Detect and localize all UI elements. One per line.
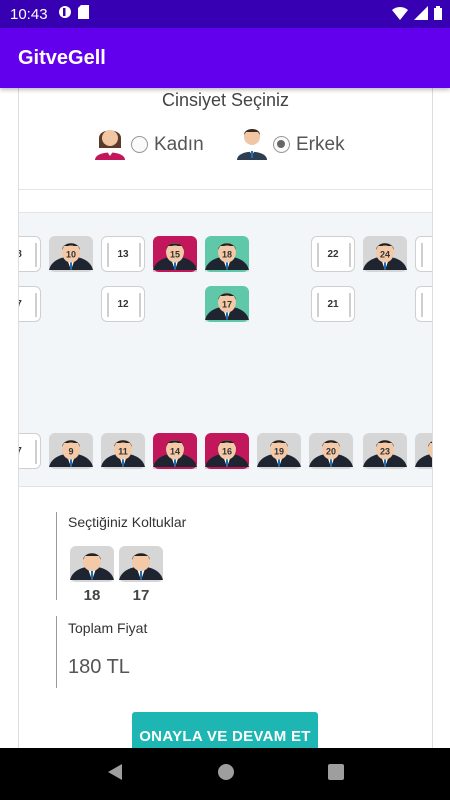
- signal-icon: [414, 6, 428, 24]
- navigation-bar: [0, 748, 450, 800]
- seat-empty[interactable]: 7: [19, 433, 41, 469]
- status-time: 10:43: [10, 5, 48, 23]
- male-radio[interactable]: [273, 136, 290, 153]
- seat-number: 20: [322, 442, 340, 460]
- seat-male: 24: [363, 236, 407, 272]
- app-title: GitveGell: [18, 46, 106, 69]
- gender-option-female[interactable]: Kadın: [93, 124, 204, 165]
- sd-card-icon: [77, 5, 89, 23]
- seat-male: 10: [49, 236, 93, 272]
- seat-number: 9: [62, 442, 80, 460]
- recents-icon[interactable]: [327, 763, 344, 785]
- seat-empty[interactable]: 21: [311, 286, 355, 322]
- seat-empty[interactable]: [415, 286, 432, 322]
- total-price-title: Toplam Fiyat: [68, 620, 148, 636]
- seat-empty[interactable]: 8: [19, 236, 41, 272]
- seat-empty[interactable]: 22: [311, 236, 355, 272]
- seat-selected[interactable]: 18: [205, 236, 249, 272]
- selected-seat-item: 18: [70, 546, 114, 604]
- seat-male: 19: [257, 433, 301, 469]
- back-icon[interactable]: [106, 763, 124, 786]
- seat-male: 9: [49, 433, 93, 469]
- summary-divider: [56, 512, 57, 600]
- bus-seat-map: 8 10 13 15 18 22 24 7 12 17 21 7 9 11 14 16 19 20 23: [19, 212, 432, 487]
- seat-empty[interactable]: 7: [19, 286, 41, 322]
- seat-male: 20: [309, 433, 353, 469]
- status-bar: 10:43: [0, 0, 450, 28]
- female-avatar-icon: [93, 124, 127, 165]
- male-avatar-icon: [235, 124, 269, 165]
- male-seat-icon: [119, 546, 163, 582]
- seat-number: 14: [166, 442, 184, 460]
- seat-male: 11: [101, 433, 145, 469]
- seat-number: 10: [62, 245, 80, 263]
- screen: 10:43 GitveGell Cinsiyet Seçiniz Kadın E…: [0, 0, 450, 800]
- seat-male: 23: [363, 433, 407, 469]
- total-price-value: 180 TL: [68, 656, 130, 678]
- seat-selected[interactable]: 17: [205, 286, 249, 322]
- app-bar: GitveGell: [0, 28, 450, 88]
- seat-number: 18: [218, 245, 236, 263]
- seat-empty[interactable]: [415, 236, 432, 272]
- seat-empty[interactable]: 12: [101, 286, 145, 322]
- male-seat-icon: [70, 546, 114, 582]
- seat-female: 14: [153, 433, 197, 469]
- seat-number: 17: [218, 295, 236, 313]
- home-icon[interactable]: [217, 763, 235, 786]
- male-label: Erkek: [296, 133, 345, 155]
- seat-empty[interactable]: 13: [101, 236, 145, 272]
- gender-section: Cinsiyet Seçiniz Kadın Erkek: [19, 88, 432, 190]
- status-icons: [392, 6, 442, 24]
- circle-app-icon: [58, 5, 72, 23]
- seat-number: 24: [376, 245, 394, 263]
- seat-male: [415, 433, 432, 469]
- seat-number: 15: [166, 245, 184, 263]
- selected-seat-number: 18: [83, 587, 101, 604]
- content-panel: Cinsiyet Seçiniz Kadın Erkek 10 13 15 18…: [18, 88, 433, 748]
- seat-number: 11: [114, 442, 132, 460]
- battery-icon: [434, 6, 442, 24]
- wifi-icon: [392, 6, 408, 24]
- female-radio[interactable]: [131, 136, 148, 153]
- seat-number: 19: [270, 442, 288, 460]
- seat-female: 16: [205, 433, 249, 469]
- selected-seats-title: Seçtiğiniz Koltuklar: [68, 514, 187, 530]
- selected-seat-item: 17: [119, 546, 163, 604]
- seat-number: 16: [218, 442, 236, 460]
- female-label: Kadın: [154, 133, 204, 155]
- selected-seat-number: 17: [132, 587, 150, 604]
- summary-divider: [56, 616, 57, 688]
- seat-number: 23: [376, 442, 394, 460]
- gender-option-male[interactable]: Erkek: [235, 124, 345, 165]
- seat-female: 15: [153, 236, 197, 272]
- gender-title: Cinsiyet Seçiniz: [161, 90, 290, 110]
